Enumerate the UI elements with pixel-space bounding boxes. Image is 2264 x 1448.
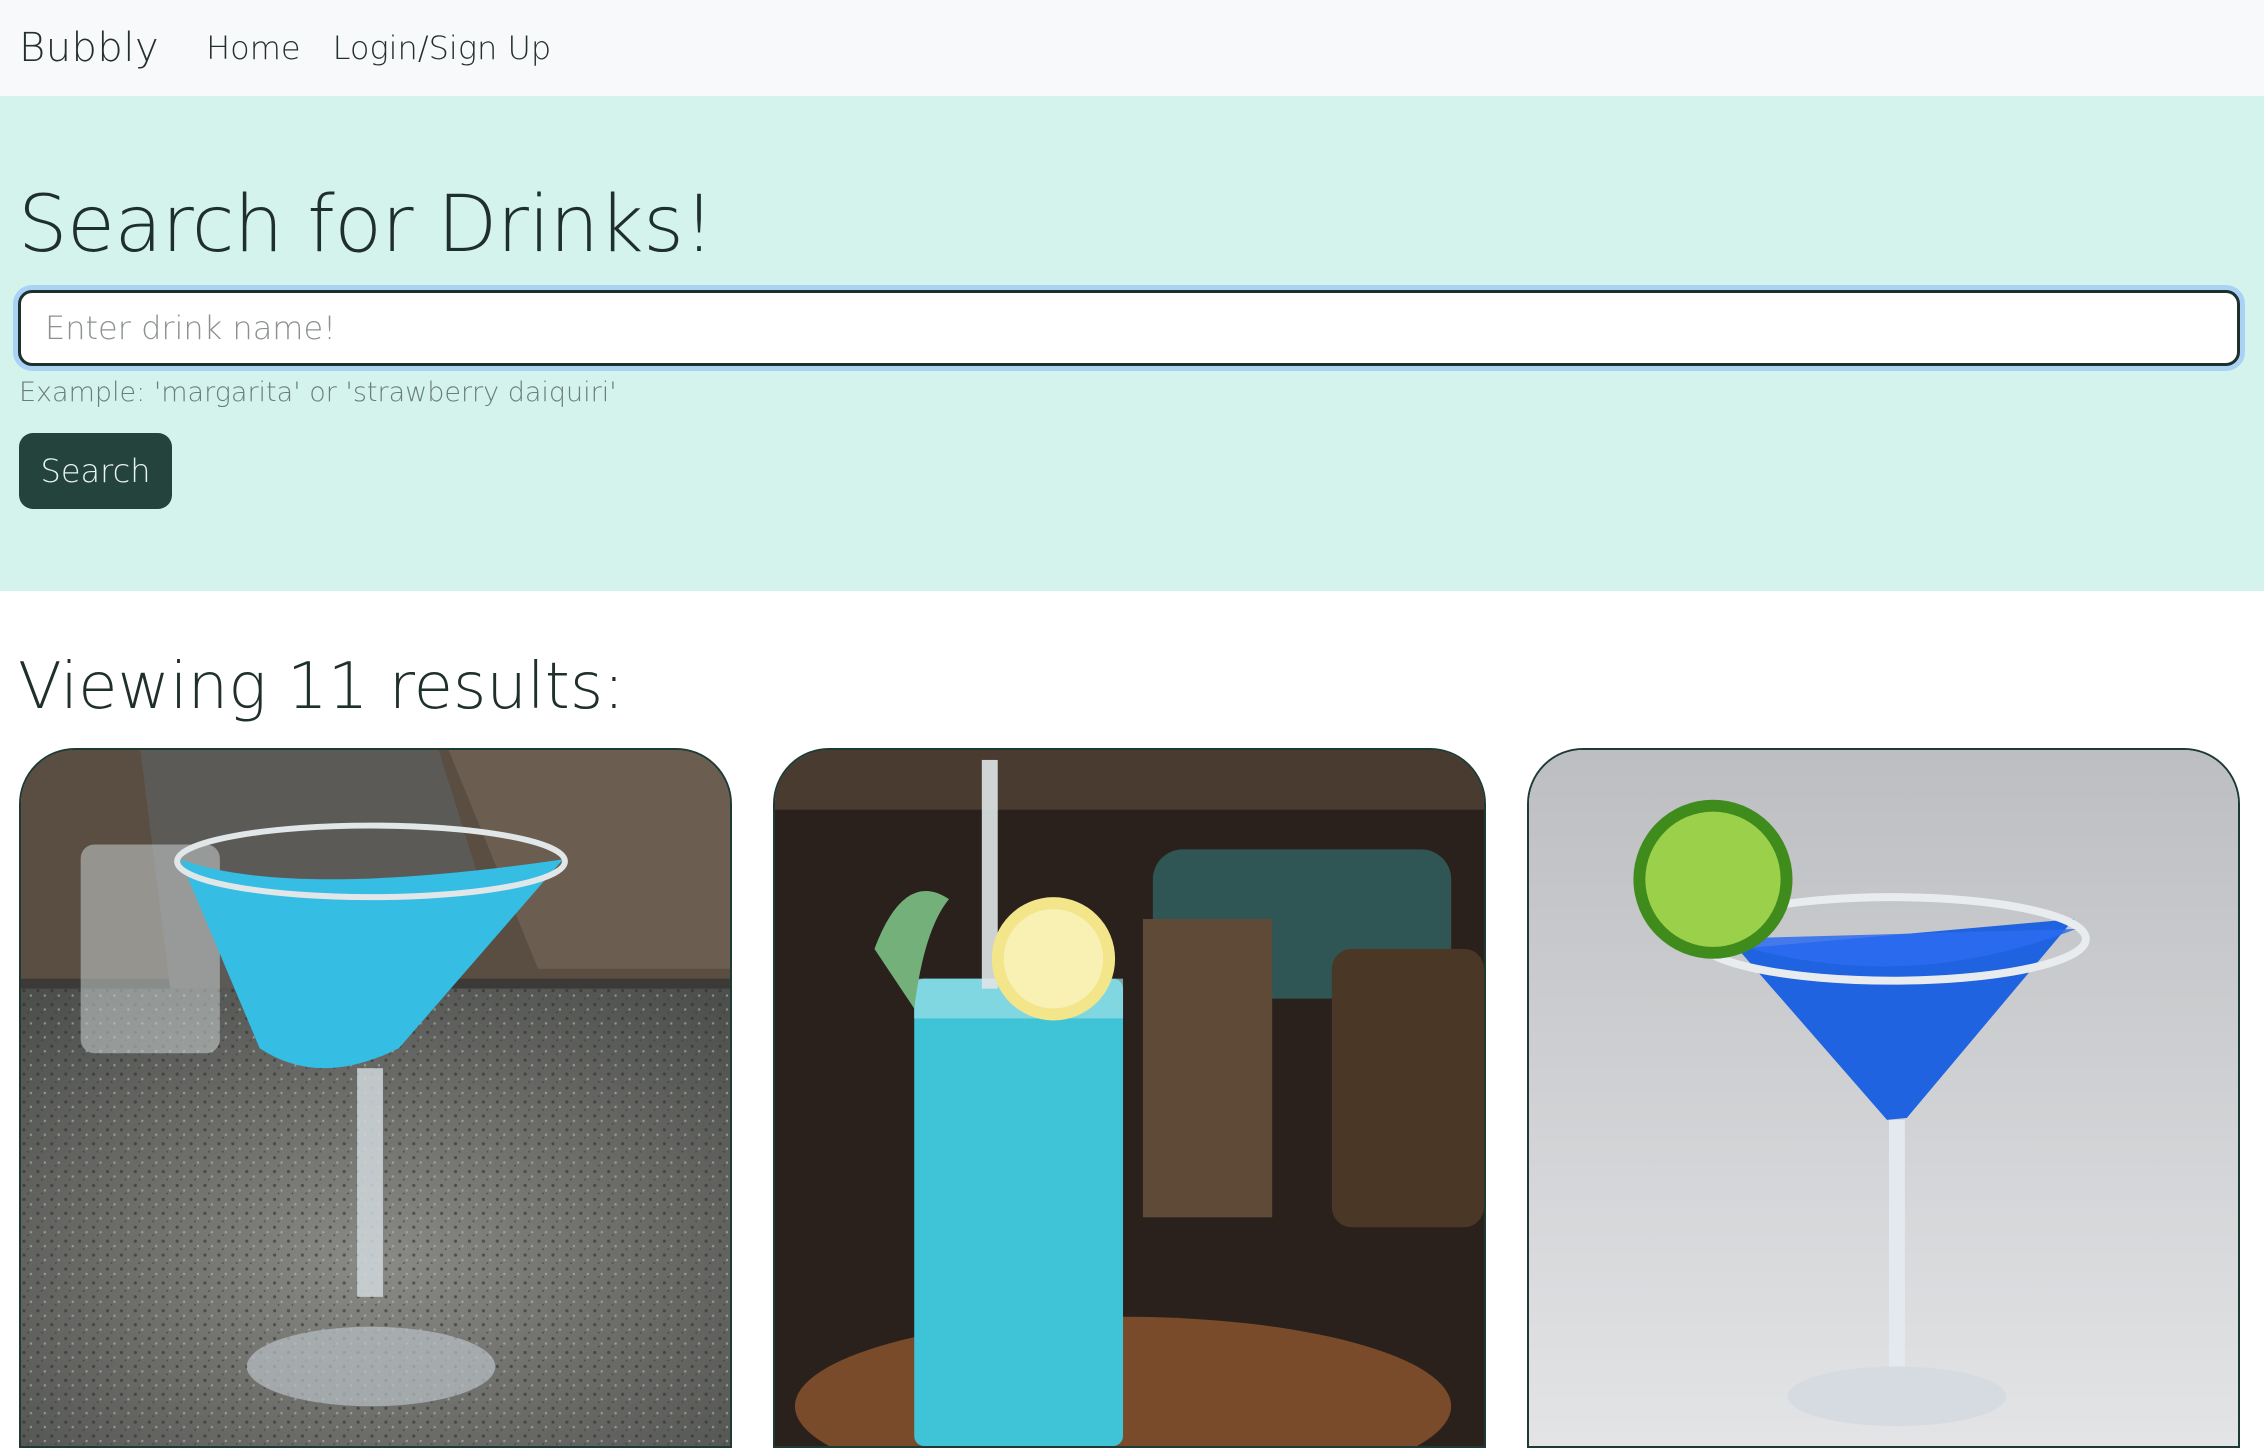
drink-card[interactable] (1527, 748, 2240, 1448)
nav-link-login-signup[interactable]: Login/Sign Up (333, 29, 552, 67)
page-title: Search for Drinks! (18, 180, 715, 270)
drink-photo-blue-highball (775, 750, 1484, 1446)
drink-photo-blue-martini (21, 750, 730, 1446)
drink-card[interactable] (19, 748, 732, 1448)
navbar: Bubbly Home Login/Sign Up (0, 0, 2264, 96)
drink-search-input[interactable] (18, 290, 2240, 366)
results-heading: Viewing 11 results: (18, 650, 625, 724)
drink-card[interactable] (773, 748, 1486, 1448)
brand-logo[interactable]: Bubbly (19, 25, 159, 71)
search-hero: Search for Drinks! Example: 'margarita' … (0, 96, 2264, 591)
nav-link-home[interactable]: Home (206, 29, 301, 67)
search-hint: Example: 'margarita' or 'strawberry daiq… (19, 377, 617, 408)
search-button[interactable]: Search (19, 433, 172, 509)
drink-photo-blue-margarita (1529, 750, 2238, 1446)
